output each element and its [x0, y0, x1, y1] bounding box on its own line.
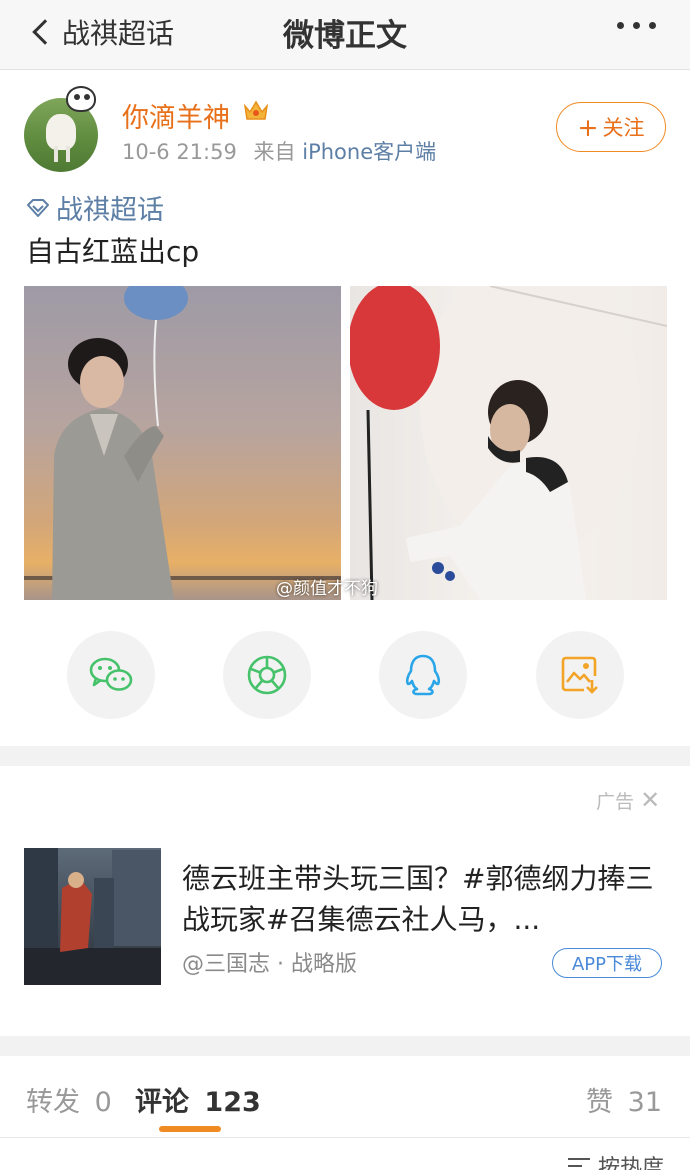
ad-thumbnail[interactable] — [24, 848, 161, 985]
image-watermark: @颜值才不狗 — [276, 579, 378, 599]
avatar-sheep-legs — [54, 146, 58, 162]
photo-boy-blue-balloon — [24, 286, 341, 600]
post-text: 自古红蓝出cp — [26, 235, 200, 268]
supertopic-label: 战祺超话 — [56, 195, 164, 226]
wechat-icon — [89, 657, 133, 691]
save-image-button[interactable] — [536, 631, 624, 719]
more-dot-icon — [649, 22, 656, 29]
tab-repost-count: 0 — [94, 1087, 112, 1118]
sort-label: 按热度 — [598, 1156, 665, 1170]
supertopic-link[interactable]: 战祺超话 — [26, 188, 164, 227]
tab-like-label: 赞 — [586, 1087, 614, 1118]
follow-button[interactable]: + 关注 — [556, 102, 666, 152]
ad-thumbnail-image — [24, 848, 161, 985]
tab-like-count: 31 — [627, 1087, 662, 1118]
more-options-button[interactable] — [617, 22, 656, 29]
active-tab-indicator — [159, 1126, 221, 1132]
tab-like[interactable]: 赞 31 — [586, 1080, 662, 1119]
section-divider — [0, 1036, 690, 1056]
sort-icon — [568, 1158, 590, 1170]
plus-icon: + — [577, 112, 599, 142]
share-wechat-button[interactable] — [67, 631, 155, 719]
post-timestamp: 10-6 21:59 — [122, 140, 237, 164]
tab-comment[interactable]: 评论 123 — [135, 1080, 261, 1119]
sort-hot-button[interactable]: 按热度 — [568, 1150, 664, 1170]
share-moments-button[interactable] — [223, 631, 311, 719]
ad-close-icon[interactable]: ✕ — [640, 786, 660, 814]
avatar-pendant-icon — [66, 86, 96, 112]
app-download-button[interactable]: APP下载 — [552, 948, 662, 978]
moments-icon — [247, 655, 287, 695]
post-source[interactable]: iPhone客户端 — [302, 140, 436, 164]
username[interactable]: 你滴羊神 — [122, 96, 230, 135]
more-dot-icon — [633, 22, 640, 29]
follow-label: 关注 — [602, 116, 645, 140]
post-image-2[interactable] — [350, 286, 667, 600]
ad-label-text: 广告 — [596, 791, 635, 813]
tab-repost-label: 转发 — [26, 1087, 80, 1118]
share-qq-button[interactable] — [379, 631, 467, 719]
tab-bar-border — [0, 1137, 690, 1138]
post-image-1[interactable] — [24, 286, 341, 600]
ad-label: 广告 ✕ — [596, 786, 660, 814]
tab-repost[interactable]: 转发 0 — [26, 1080, 112, 1119]
more-dot-icon — [617, 22, 624, 29]
tab-comment-count: 123 — [204, 1087, 261, 1118]
page-title: 微博正文 — [283, 18, 407, 54]
vip-crown-icon — [243, 100, 269, 120]
section-divider — [0, 746, 690, 766]
avatar-sheep-shape — [46, 114, 76, 150]
diamond-icon — [27, 198, 49, 217]
ad-title[interactable]: 德云班主带头玩三国？#郭德纲力捧三战玩家#召集德云社人马，... — [182, 858, 662, 940]
qq-icon — [405, 654, 441, 696]
post-meta: 10-6 21:59 来自 iPhone客户端 — [122, 136, 436, 166]
source-prefix: 来自 — [253, 140, 296, 164]
photo-boy-red-balloon — [350, 286, 667, 600]
tab-comment-label: 评论 — [135, 1087, 189, 1118]
ad-source: @三国志 · 战略版 — [182, 952, 357, 977]
save-image-icon — [561, 656, 598, 694]
top-nav-bar: 战祺超话 微博正文 — [0, 0, 690, 70]
